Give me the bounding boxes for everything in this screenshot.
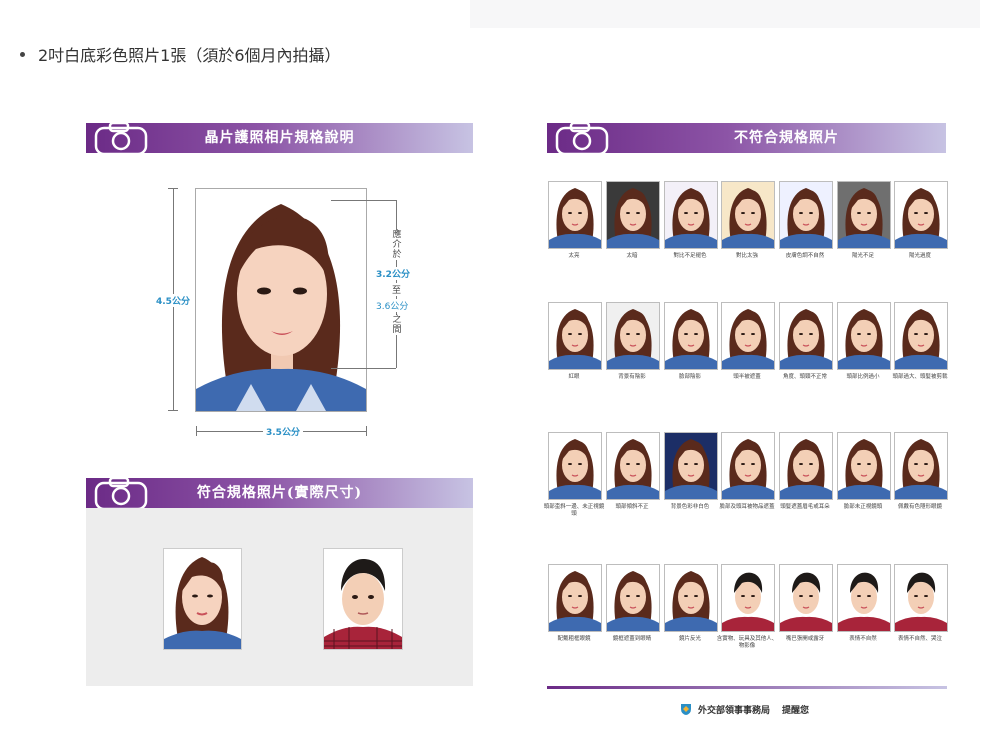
spec-photo [195, 188, 367, 412]
nonconform-caption: 配戴粗框眼鏡 [557, 636, 591, 642]
footer-org: 外交部領事事務局 [698, 705, 771, 716]
nonconform-caption: 表情不自然、哭泣 [897, 636, 942, 642]
width-tick-left [196, 426, 197, 436]
spec-title: 晶片護照相片規格說明 [204, 130, 355, 146]
ministry-logo-icon [681, 704, 691, 715]
nonconform-caption: 佩戴有色隱形眼鏡 [897, 504, 942, 510]
nonconform-photo [548, 432, 602, 500]
nonconform-photo [894, 302, 948, 370]
nonconform-photo [606, 302, 660, 370]
nonconform-caption: 含實物、玩具及其他人、物影像 [716, 636, 778, 649]
height-label: 4.5公分 [156, 294, 190, 307]
nonconform-photo [606, 181, 660, 249]
height-tick-top [168, 188, 178, 189]
nonconform-caption: 太亮 [568, 253, 580, 259]
nonconform-photo [779, 432, 833, 500]
nonconform-photo [894, 432, 948, 500]
nonconform-photo [894, 181, 948, 249]
nonconform-caption: 嘴巴張開或露牙 [785, 636, 825, 642]
nonconform-caption: 背景有陰影 [618, 374, 646, 380]
nonconform-caption: 臉部未正視鏡頭 [843, 504, 883, 510]
woman-portrait [196, 204, 366, 411]
nonconform-photo [721, 302, 775, 370]
conform-banner: 符合規格照片(實際尺寸) [86, 476, 473, 511]
range-label-5: 之間 [390, 315, 404, 335]
range-label-1: 應介於 [390, 230, 404, 260]
nonconform-title: 不符合規格照片 [734, 130, 839, 146]
spec-banner: 晶片護照相片規格說明 [86, 121, 473, 156]
nonconform-caption: 陽光過度 [908, 253, 931, 259]
conform-title: 符合規格照片(實際尺寸) [196, 485, 363, 501]
camera-icon [555, 121, 609, 156]
head-top-line [331, 200, 396, 201]
nonconform-photo [606, 432, 660, 500]
nonconform-photo [779, 564, 833, 632]
nonconform-photo [548, 564, 602, 632]
footer-remind: 提醒您 [782, 705, 810, 716]
footer: 外交部領事事務局 提醒您 [680, 702, 809, 716]
nonconform-photo [721, 432, 775, 500]
nonconform-photo [664, 181, 718, 249]
nonconform-banner: 不符合規格照片 [547, 121, 946, 156]
conform-photo-woman [163, 548, 242, 650]
nonconform-caption: 頭部歪斜一邊、未正視鏡頭 [543, 504, 605, 517]
nonconform-photo [664, 564, 718, 632]
nonconform-caption: 太暗 [626, 253, 638, 259]
conform-photo-boy [323, 548, 403, 650]
nonconform-caption: 頭部傾斜不正 [615, 504, 649, 510]
nonconform-photo [837, 564, 891, 632]
nonconform-caption: 頭部比例過小 [846, 374, 880, 380]
spec-diagram: 4.5公分 3.5公分 應介於 3.2公分 至 3.6公分 之間 [88, 155, 473, 465]
nonconform-photo [664, 432, 718, 500]
width-tick-right [366, 426, 367, 436]
requirement-bullet: 2吋白底彩色照片1張（須於6個月內拍攝） [20, 42, 341, 66]
nonconform-photo [894, 564, 948, 632]
nonconform-caption: 表情不自然 [849, 636, 877, 642]
nonconform-caption: 角度、頭頸不正常 [782, 374, 827, 380]
nonconform-caption: 頭部過大、頭髮被剪裁 [892, 374, 948, 380]
nonconform-caption: 紅眼 [568, 374, 580, 380]
range-label-3: 至 [392, 283, 402, 296]
nonconform-photo [721, 564, 775, 632]
chin-line [331, 368, 396, 369]
nonconform-caption: 對比不足褪色 [673, 253, 707, 259]
nonconform-caption: 陽光不足 [851, 253, 874, 259]
nonconform-caption: 鏡片反光 [678, 636, 701, 642]
nonconform-photo [721, 181, 775, 249]
nonconform-photo [779, 181, 833, 249]
nonconform-photo [548, 181, 602, 249]
nonconform-photo [779, 302, 833, 370]
bullet-dot [20, 51, 25, 57]
nonconform-caption: 臉部陰影 [678, 374, 701, 380]
nonconform-photo [837, 302, 891, 370]
bottom-divider [547, 686, 947, 689]
nonconform-caption: 背景色彩非白色 [670, 504, 710, 510]
top-strip [470, 0, 980, 28]
nonconform-photo [837, 432, 891, 500]
nonconform-photo [664, 302, 718, 370]
range-label-4: 3.6公分 [376, 299, 409, 312]
nonconform-caption: 對比太強 [735, 253, 758, 259]
nonconform-caption: 頭半被遮蓋 [733, 374, 761, 380]
nonconform-caption: 臉部及頭耳被物品遮蓋 [719, 504, 775, 510]
requirement-text: 2吋白底彩色照片1張（須於6個月內拍攝） [38, 46, 341, 65]
conform-photos-panel [86, 508, 473, 686]
nonconform-photo [606, 564, 660, 632]
width-label: 3.5公分 [263, 425, 303, 438]
height-tick-bottom [168, 410, 178, 411]
nonconform-photo [837, 181, 891, 249]
nonconform-caption: 鏡框遮蓋到眼睛 [612, 636, 652, 642]
nonconform-caption: 皮膚色調不自然 [785, 253, 825, 259]
range-label-2: 3.2公分 [376, 267, 410, 280]
nonconform-photo [548, 302, 602, 370]
nonconform-caption: 頭髮遮蓋眉毛或耳朵 [780, 504, 830, 510]
